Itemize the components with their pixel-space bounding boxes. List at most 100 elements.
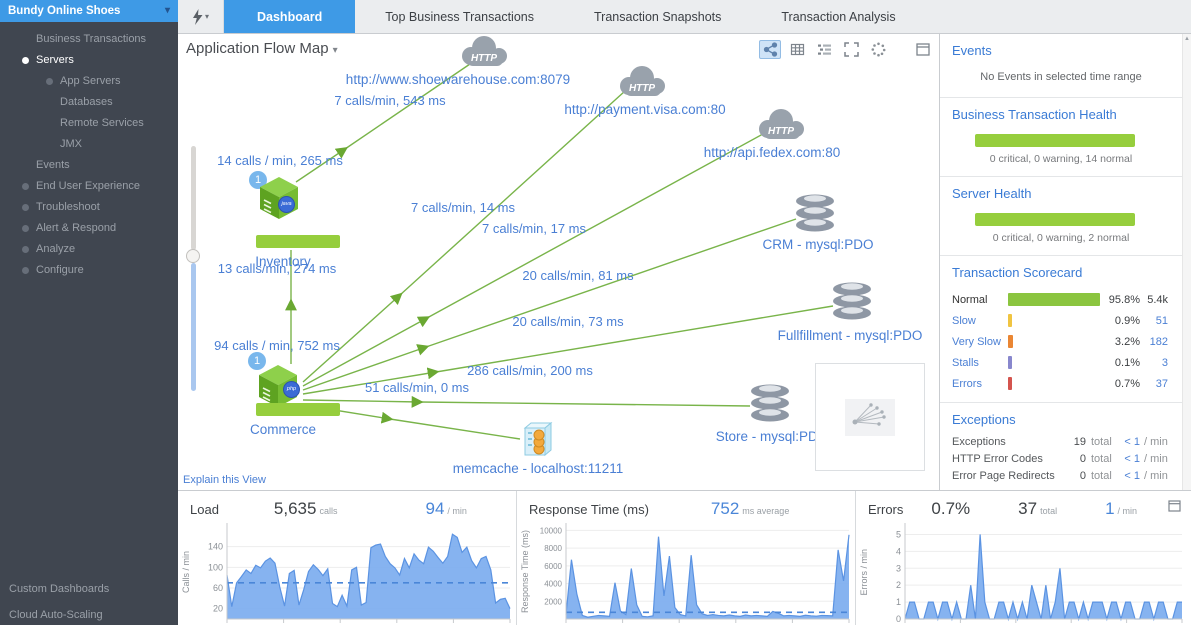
sidebar-item-servers[interactable]: Servers (0, 50, 178, 71)
sidebar-item-remote-services[interactable]: Remote Services (0, 113, 178, 134)
edge-label-store: 286 calls/min, 200 ms (467, 363, 593, 378)
load-chart-card: Load 5,635 calls 94 / min Calls / min 20… (178, 491, 517, 625)
bt-health-bar[interactable] (975, 134, 1135, 147)
scorecard-bar (1008, 335, 1013, 348)
svg-text:4: 4 (896, 546, 901, 556)
sidebar-item-alert-respond[interactable]: Alert & Respond (0, 218, 178, 239)
bullet-icon (22, 183, 29, 190)
svg-text:5: 5 (896, 529, 901, 539)
quick-actions-button[interactable]: ▾ (178, 0, 224, 33)
svg-text:100: 100 (208, 562, 223, 572)
node-visa[interactable]: HTTP (615, 65, 669, 104)
svg-text:20: 20 (213, 604, 223, 614)
sidebar: Bundy Online Shoes ▾ Business Transactio… (0, 0, 178, 625)
zoom-slider-track[interactable] (191, 263, 196, 391)
response-time-chart[interactable]: 200040006000800010000 (532, 519, 852, 623)
zoom-slider-track[interactable] (191, 146, 196, 250)
bullet-icon (22, 225, 29, 232)
node-fedex[interactable]: HTTP (754, 108, 808, 147)
tab-top-business-transactions[interactable]: Top Business Transactions (355, 0, 564, 33)
errors-chart-header: Errors 0.7% 37 total 1 / min (856, 491, 1191, 517)
node-label-shoewarehouse[interactable]: http://www.shoewarehouse.com:8079 (346, 72, 570, 87)
bt-health-summary: 0 critical, 0 warning, 14 normal (940, 147, 1182, 176)
bullet-icon (22, 204, 29, 211)
sidebar-item-jmx[interactable]: JMX (0, 134, 178, 155)
tab-dashboard[interactable]: Dashboard (224, 0, 355, 33)
tab-bar: ▾ Dashboard Top Business Transactions Tr… (178, 0, 1191, 34)
http-cloud-icon: HTTP (754, 108, 808, 142)
node-crm-db[interactable] (793, 192, 837, 239)
zoom-slider-handle[interactable] (186, 249, 200, 263)
node-label-store-db[interactable]: Store - mysql:PDO (716, 429, 829, 444)
edge-label-visa: 7 calls/min, 14 ms (411, 200, 515, 215)
svg-text:4000: 4000 (544, 580, 562, 589)
right-panel-scrollbar[interactable]: ▲ (1182, 34, 1191, 490)
fullscreen-icon[interactable] (840, 40, 862, 59)
http-error-codes-row: HTTP Error Codes 0 total < 1 / min (940, 450, 1182, 467)
panel-icon[interactable] (1168, 499, 1181, 517)
flow-view-icon[interactable] (759, 40, 781, 59)
response-time-chart-card: Response Time (ms) 752 ms average Respon… (517, 491, 856, 625)
sidebar-item-custom-dashboards[interactable]: Custom Dashboards (0, 576, 178, 602)
svg-text:0: 0 (896, 614, 901, 623)
exceptions-title[interactable]: Exceptions (940, 403, 1182, 427)
explain-this-view-link[interactable]: Explain this View (183, 474, 266, 486)
events-title[interactable]: Events (940, 34, 1182, 58)
events-empty-text: No Events in selected time range (940, 58, 1182, 97)
server-health-bar[interactable] (975, 213, 1135, 226)
sidebar-nav: Business Transactions Servers App Server… (0, 22, 178, 281)
sidebar-item-cloud-auto-scaling[interactable]: Cloud Auto-Scaling (0, 602, 178, 628)
server-health-title[interactable]: Server Health (940, 177, 1182, 201)
transaction-scorecard-title[interactable]: Transaction Scorecard (940, 256, 1182, 280)
node-label-fedex[interactable]: http://api.fedex.com:80 (704, 145, 841, 160)
right-panel-sections: Events No Events in selected time range … (940, 34, 1182, 490)
node-memcache[interactable] (519, 418, 557, 465)
sidebar-item-business-transactions[interactable]: Business Transactions (0, 29, 178, 50)
svg-text:1: 1 (896, 597, 901, 607)
chevron-down-icon: ▾ (165, 0, 170, 22)
scorecard-bar (1008, 377, 1012, 390)
node-store-db[interactable] (748, 382, 792, 429)
transaction-scorecard-section: Transaction Scorecard Normal 95.8% 5.4k … (940, 256, 1182, 403)
sidebar-item-troubleshoot[interactable]: Troubleshoot (0, 197, 178, 218)
health-bar-commerce[interactable] (256, 403, 340, 416)
sidebar-footer: Custom Dashboards Cloud Auto-Scaling (0, 576, 178, 628)
server-health-section: Server Health 0 critical, 0 warning, 2 n… (940, 177, 1182, 256)
node-label-memcache[interactable]: memcache - localhost:11211 (453, 461, 624, 476)
application-selector[interactable]: Bundy Online Shoes ▾ (0, 0, 178, 22)
flow-map-view-dropdown[interactable]: Application Flow Map▾ (186, 40, 338, 57)
node-label-fullfillment-db[interactable]: Fullfillment - mysql:PDO (778, 328, 923, 343)
tree-view-icon[interactable] (813, 40, 835, 59)
node-shoewarehouse[interactable]: HTTP (457, 35, 511, 74)
node-stats-inventory: 14 calls / min, 265 ms (217, 153, 343, 168)
sidebar-item-end-user-experience[interactable]: End User Experience (0, 176, 178, 197)
lightning-bolt-icon (192, 9, 203, 25)
tab-transaction-analysis[interactable]: Transaction Analysis (751, 0, 925, 33)
sidebar-item-databases[interactable]: Databases (0, 92, 178, 113)
svg-text:6000: 6000 (544, 562, 562, 571)
bt-health-title[interactable]: Business Transaction Health (940, 98, 1182, 122)
health-bar-inventory[interactable] (256, 235, 340, 248)
tab-transaction-snapshots[interactable]: Transaction Snapshots (564, 0, 751, 33)
sidebar-item-analyze[interactable]: Analyze (0, 239, 178, 260)
node-label-visa[interactable]: http://payment.visa.com:80 (564, 102, 725, 117)
refresh-icon[interactable] (867, 40, 889, 59)
minimap[interactable] (815, 363, 925, 471)
sidebar-item-configure[interactable]: Configure (0, 260, 178, 281)
load-chart[interactable]: 2060100140 (193, 519, 513, 623)
response-time-y-axis-label: Response Time (ms) (517, 519, 532, 625)
node-fullfillment-db[interactable] (830, 280, 874, 327)
chevron-down-icon: ▾ (333, 45, 338, 56)
edge-label-fedex: 7 calls/min, 17 ms (482, 221, 586, 236)
edge-label-crm: 20 calls/min, 81 ms (522, 268, 633, 283)
node-label-crm-db[interactable]: CRM - mysql:PDO (763, 237, 874, 252)
errors-chart[interactable]: 012345 (871, 519, 1185, 623)
appdynamics-window: Bundy Online Shoes ▾ Business Transactio… (0, 0, 1191, 625)
sidebar-item-events[interactable]: Events (0, 155, 178, 176)
node-label-commerce[interactable]: Commerce (250, 422, 316, 437)
grid-view-icon[interactable] (786, 40, 808, 59)
scorecard-bar (1008, 293, 1100, 306)
sidebar-item-app-servers[interactable]: App Servers (0, 71, 178, 92)
bullet-icon (46, 78, 53, 85)
panel-icon[interactable] (912, 40, 934, 59)
